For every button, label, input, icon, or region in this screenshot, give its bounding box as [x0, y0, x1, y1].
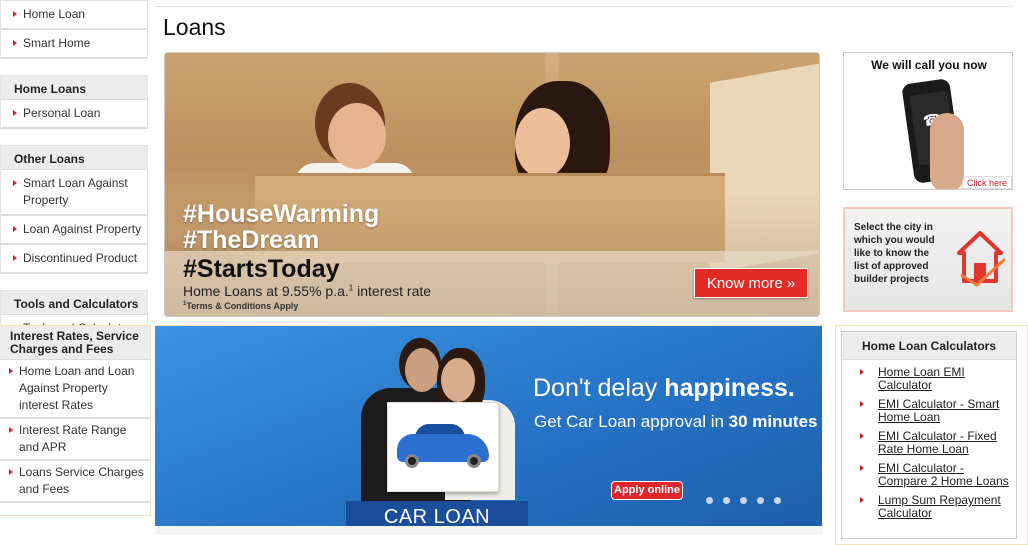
- carousel-dot[interactable]: [757, 497, 764, 504]
- hero-terms: 1Terms & Conditions Apply: [183, 301, 298, 311]
- hero-subtitle-post: interest rate: [353, 283, 432, 299]
- carousel-dot[interactable]: [774, 497, 781, 504]
- calculators-list: Home Loan EMI Calculator EMI Calculator …: [842, 360, 1016, 520]
- car-wheel-front: [405, 454, 419, 468]
- car-headline-pre: Don't delay: [533, 374, 665, 402]
- left-sidebar: Home Loan Smart Home Home Loans Personal…: [0, 0, 148, 344]
- carousel-dot[interactable]: [723, 497, 730, 504]
- sidebar-other-loans-group: Other Loans Smart Loan Against Property …: [0, 145, 148, 274]
- page-title: Loans: [163, 14, 226, 40]
- sidebar-heading-rates: Interest Rates, Service Charges and Fees: [0, 326, 150, 360]
- call-me-card[interactable]: We will call you now ☎ Click here: [843, 52, 1013, 190]
- apply-online-button[interactable]: Apply online: [611, 481, 683, 500]
- hand-graphic: [930, 113, 964, 189]
- know-more-button[interactable]: Know more »: [694, 268, 808, 298]
- sidebar-item-smart-home[interactable]: Smart Home: [1, 30, 147, 59]
- hero-line-3: #StartsToday: [183, 255, 340, 283]
- carousel-dot[interactable]: [706, 497, 713, 504]
- builder-projects-card[interactable]: Select the city in which you would like …: [843, 207, 1013, 312]
- calc-link-compare[interactable]: EMI Calculator - Compare 2 Home Loans: [850, 462, 1010, 488]
- sidebar-heading-home-loans: Home Loans: [1, 76, 147, 100]
- hero-banner[interactable]: #HouseWarming #TheDream #StartsToday Hom…: [164, 52, 820, 317]
- calculators-panel: Home Loan Calculators Home Loan EMI Calc…: [841, 331, 1017, 539]
- house-checkmark-icon: [957, 231, 1005, 287]
- sidebar-item-smart-loan-against-property[interactable]: Smart Loan Against Property: [1, 170, 147, 216]
- sidebar-item-loan-against-property[interactable]: Loan Against Property: [1, 216, 147, 245]
- carousel-dot[interactable]: [740, 497, 747, 504]
- call-card-title: We will call you now: [871, 58, 987, 72]
- car-headline-bold: happiness.: [664, 374, 795, 402]
- car-banner-headline: Don't delay happiness.: [533, 374, 795, 403]
- calc-link-smart-home[interactable]: EMI Calculator - Smart Home Loan: [850, 398, 1010, 424]
- click-here-button[interactable]: Click here: [962, 176, 1012, 189]
- hero-line-1: #HouseWarming: [183, 200, 380, 228]
- car-subline-bold: 30 minutes: [728, 412, 818, 431]
- calc-link-fixed-rate[interactable]: EMI Calculator - Fixed Rate Home Loan: [850, 430, 1010, 456]
- sidebar-heading-other-loans: Other Loans: [1, 146, 147, 170]
- sidebar-top-group: Home Loan Smart Home: [0, 0, 148, 59]
- hero-line-2: #TheDream: [183, 226, 320, 254]
- sidebar-item-service-charges[interactable]: Loans Service Charges and Fees: [0, 461, 150, 503]
- sidebar-home-loans-group: Home Loans Personal Loan: [0, 75, 148, 129]
- top-divider: [155, 6, 1012, 7]
- sidebar-item-interest-rates[interactable]: Home Loan and Loan Against Property inte…: [0, 360, 150, 419]
- sidebar-rates-group: Interest Rates, Service Charges and Fees…: [0, 325, 151, 516]
- boy-face: [328, 103, 386, 169]
- girl-face: [515, 108, 570, 178]
- calculators-heading: Home Loan Calculators: [842, 332, 1016, 360]
- woman-face: [441, 358, 475, 402]
- car-wheel-rear: [467, 454, 481, 468]
- hero-subtitle: Home Loans at 9.55% p.a.1 interest rate: [183, 283, 431, 299]
- hero-subtitle-pre: Home Loans at: [183, 283, 282, 299]
- sidebar-heading-tools: Tools and Calculators: [1, 291, 147, 315]
- car-banner-bottom-strip: [155, 526, 822, 535]
- car-banner-subline: Get Car Loan approval in 30 minutes: [534, 412, 817, 432]
- sidebar-item-discontinued-product[interactable]: Discontinued Product: [1, 245, 147, 274]
- car-loan-banner[interactable]: CAR LOAN Don't delay happiness. Get Car …: [155, 325, 822, 535]
- car-subline-pre: Get Car Loan approval in: [534, 412, 729, 431]
- sidebar-item-interest-rate-range[interactable]: Interest Rate Range and APR: [0, 419, 150, 461]
- carousel-dots: [706, 497, 781, 504]
- hero-terms-text: Terms & Conditions Apply: [186, 301, 299, 311]
- builder-projects-text: Select the city in which you would like …: [854, 222, 935, 285]
- man-face: [405, 348, 439, 392]
- calc-link-emi[interactable]: Home Loan EMI Calculator: [850, 366, 1010, 392]
- hero-subtitle-rate: 9.55% p.a.: [281, 283, 349, 299]
- sidebar-item-personal-loan[interactable]: Personal Loan: [1, 100, 147, 129]
- calc-link-lump-sum[interactable]: Lump Sum Repayment Calculator: [850, 494, 1010, 520]
- calculators-box: Home Loan Calculators Home Loan EMI Calc…: [835, 325, 1028, 545]
- sidebar-item-home-loan[interactable]: Home Loan: [1, 1, 147, 30]
